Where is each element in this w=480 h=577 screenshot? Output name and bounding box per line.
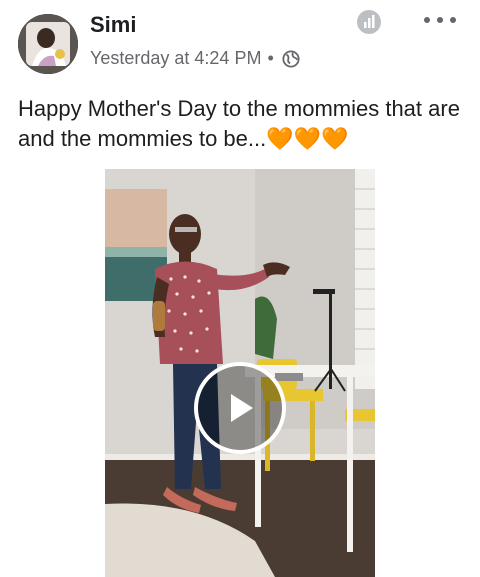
post-message: Happy Mother's Day to the mommies that a… (18, 94, 468, 154)
author-name[interactable]: Simi (90, 12, 136, 38)
insights-icon[interactable] (357, 10, 381, 34)
more-options-icon[interactable] (424, 8, 456, 32)
post-message-text: Happy Mother's Day to the mommies that a… (18, 96, 460, 151)
more-dot (437, 17, 443, 23)
post-meta: Yesterday at 4:24 PM • (90, 48, 300, 69)
play-button[interactable] (194, 362, 286, 454)
play-icon (231, 394, 253, 422)
meta-separator: • (267, 48, 274, 68)
more-dot (424, 17, 430, 23)
post-header: Simi Yesterday at 4:24 PM • (0, 0, 480, 80)
more-dot (450, 17, 456, 23)
post-timestamp[interactable]: Yesterday at 4:24 PM (90, 48, 261, 69)
avatar[interactable] (18, 14, 78, 74)
globe-icon[interactable] (282, 49, 300, 68)
orange-hearts-emoji: 🧡🧡🧡 (266, 126, 349, 151)
